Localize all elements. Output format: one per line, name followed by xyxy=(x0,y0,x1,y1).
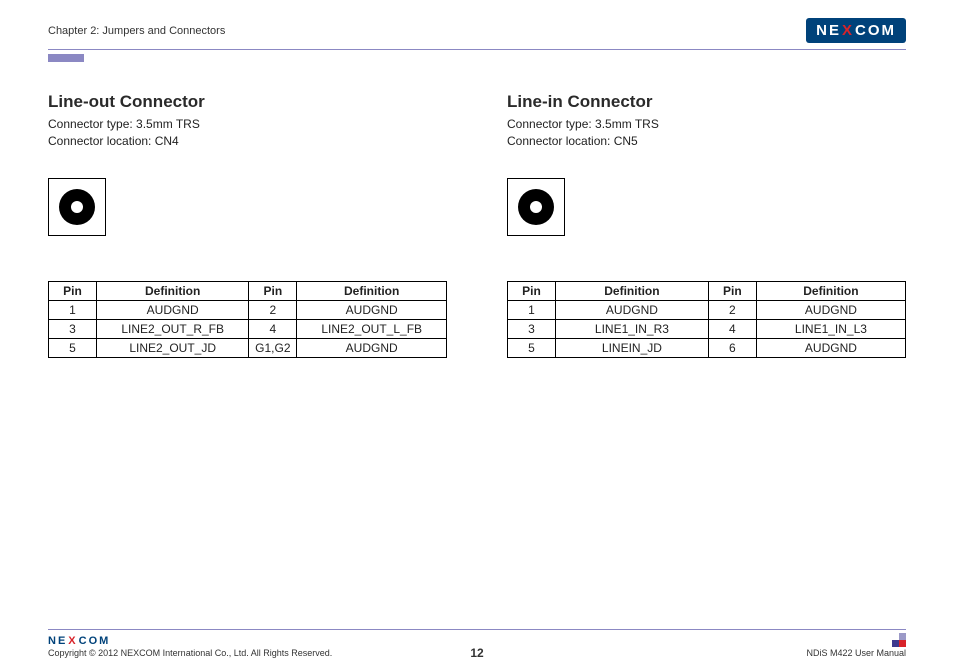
footer-pixel-icon xyxy=(892,633,906,647)
left-column: Line-out Connector Connector type: 3.5mm… xyxy=(48,92,447,629)
logo-text-x: X xyxy=(842,22,854,39)
table-row: 1 AUDGND 2 AUDGND xyxy=(508,300,906,319)
logo-text-pre: NE xyxy=(816,22,841,39)
th-def: Definition xyxy=(297,281,447,300)
line-in-connector-drawing xyxy=(507,178,906,236)
right-column: Line-in Connector Connector type: 3.5mm … xyxy=(507,92,906,629)
page-header: Chapter 2: Jumpers and Connectors NEXCOM xyxy=(48,18,906,49)
line-out-title: Line-out Connector xyxy=(48,92,447,112)
nexcom-logo-small: NEXCOM xyxy=(48,635,110,647)
trs-jack-icon xyxy=(507,178,565,236)
header-stub xyxy=(48,54,84,62)
table-row: 1 AUDGND 2 AUDGND xyxy=(49,300,447,319)
th-def: Definition xyxy=(756,281,905,300)
page-number: 12 xyxy=(470,646,483,660)
line-in-title: Line-in Connector xyxy=(507,92,906,112)
trs-jack-icon xyxy=(48,178,106,236)
manual-name: NDiS M422 User Manual xyxy=(806,648,906,658)
copyright-text: Copyright © 2012 NEXCOM International Co… xyxy=(48,648,332,658)
line-out-pin-table: Pin Definition Pin Definition 1 AUDGND 2… xyxy=(48,281,447,358)
line-in-pin-table: Pin Definition Pin Definition 1 AUDGND 2… xyxy=(507,281,906,358)
line-out-connector-drawing xyxy=(48,178,447,236)
table-row: 5 LINEIN_JD 6 AUDGND xyxy=(508,338,906,357)
th-def: Definition xyxy=(556,281,709,300)
table-row: 5 LINE2_OUT_JD G1,G2 AUDGND xyxy=(49,338,447,357)
line-out-type: Connector type: 3.5mm TRS xyxy=(48,116,447,133)
line-out-location: Connector location: CN4 xyxy=(48,133,447,150)
th-def: Definition xyxy=(97,281,249,300)
line-out-meta: Connector type: 3.5mm TRS Connector loca… xyxy=(48,116,447,150)
chapter-title: Chapter 2: Jumpers and Connectors xyxy=(48,25,225,37)
nexcom-logo: NEXCOM xyxy=(806,18,906,43)
line-in-meta: Connector type: 3.5mm TRS Connector loca… xyxy=(507,116,906,150)
table-row: 3 LINE2_OUT_R_FB 4 LINE2_OUT_L_FB xyxy=(49,319,447,338)
th-pin: Pin xyxy=(508,281,556,300)
th-pin: Pin xyxy=(708,281,756,300)
th-pin: Pin xyxy=(49,281,97,300)
header-rule xyxy=(48,49,906,50)
line-in-location: Connector location: CN5 xyxy=(507,133,906,150)
logo-text-post: COM xyxy=(855,22,896,39)
th-pin: Pin xyxy=(249,281,297,300)
content-area: Line-out Connector Connector type: 3.5mm… xyxy=(48,92,906,629)
line-in-type: Connector type: 3.5mm TRS xyxy=(507,116,906,133)
footer-rule xyxy=(48,629,906,630)
table-row: 3 LINE1_IN_R3 4 LINE1_IN_L3 xyxy=(508,319,906,338)
page-footer: NEXCOM Copyright © 2012 NEXCOM Internati… xyxy=(48,629,906,672)
